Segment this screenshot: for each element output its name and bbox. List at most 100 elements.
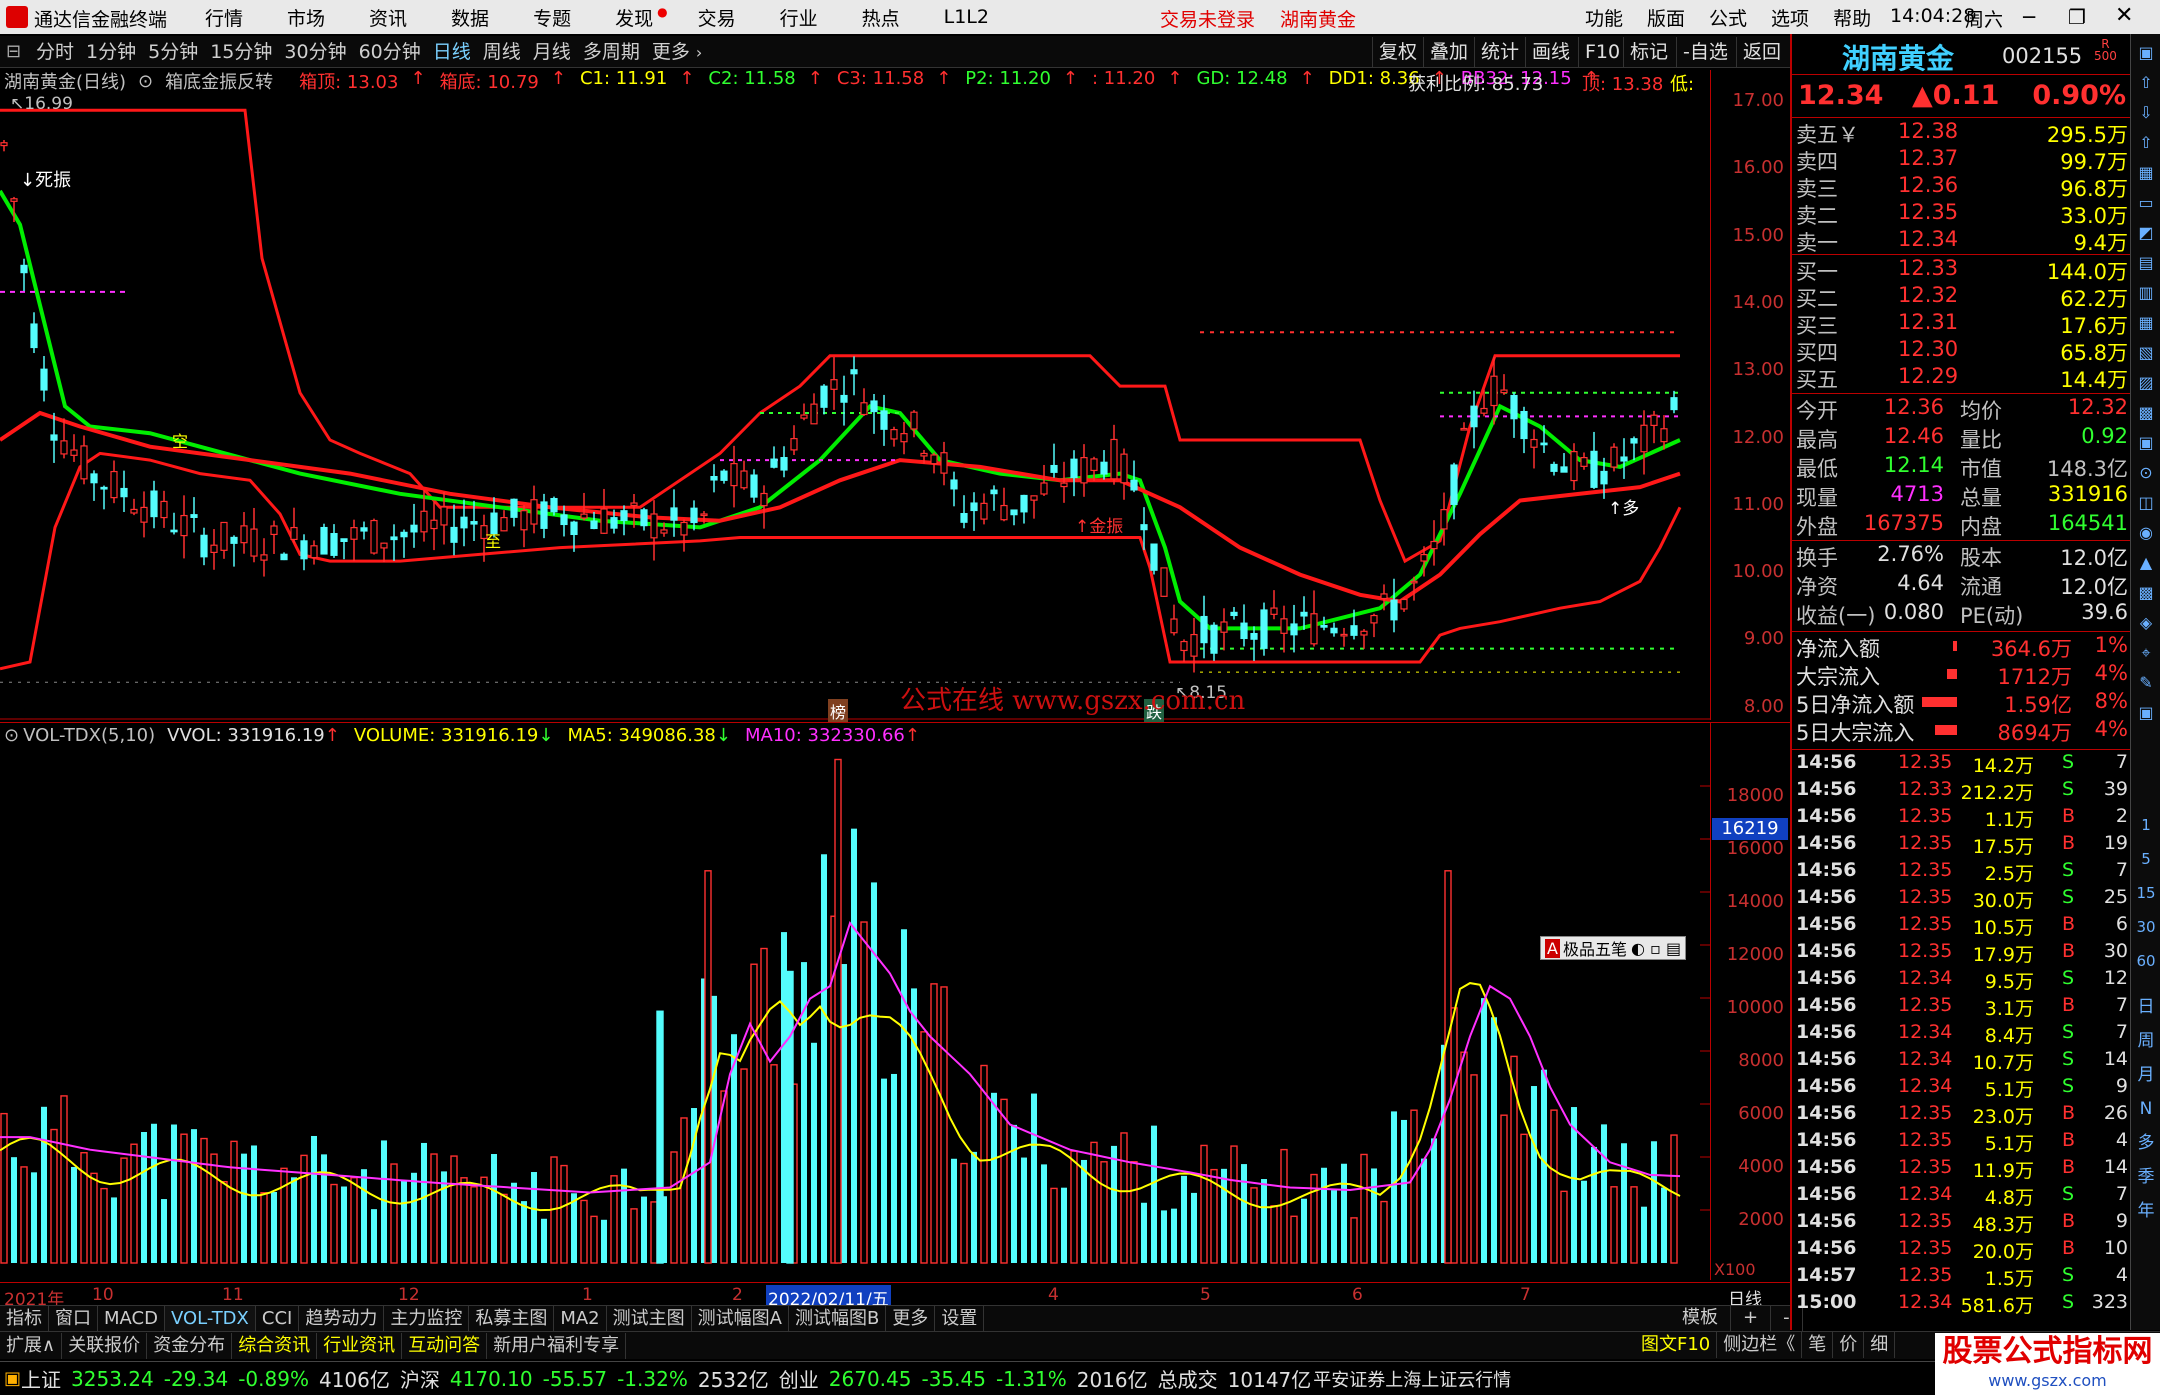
stack-icon[interactable]: ▨ [2133, 370, 2159, 396]
indicator-tab-1[interactable]: 窗口 [49, 1305, 98, 1332]
tick-row[interactable]: 14:56 12.35 5.1万 B 4 [1792, 1129, 2132, 1156]
side-period-2[interactable]: 月 [2133, 1062, 2159, 1088]
tick-row[interactable]: 14:56 12.35 48.3万 B 9 [1792, 1210, 2132, 1237]
indicator-tab-13[interactable]: 设置 [935, 1305, 985, 1332]
indicator-tab-7[interactable]: 私募主图 [469, 1305, 555, 1332]
restore-icon[interactable]: ❐ [2068, 5, 2086, 29]
right-menu-item-4[interactable]: 帮助 [1833, 4, 1871, 31]
period-tab-0[interactable]: 分时 [30, 37, 80, 67]
tick-row[interactable]: 14:56 12.34 9.5万 S 12 [1792, 967, 2132, 994]
table-icon[interactable]: ▧ [2133, 340, 2159, 366]
period-tab-1[interactable]: 1分钟 [80, 37, 142, 67]
split-icon[interactable]: ◫ [2133, 490, 2159, 516]
extension-tab-5[interactable]: 互动问答 [402, 1332, 488, 1359]
tick-row[interactable]: 14:56 12.35 17.9万 B 30 [1792, 940, 2132, 967]
chart-tool-7[interactable]: 返回 [1736, 37, 1787, 67]
panel-icon[interactable]: ▭ [2133, 190, 2159, 216]
indicator-tab-5[interactable]: 趋势动力 [299, 1305, 385, 1332]
period-tab-2[interactable]: 5分钟 [142, 37, 204, 67]
menu-item-3[interactable]: 数据 [451, 4, 489, 31]
order-row[interactable]: 卖五￥ 12.38 295.5万 [1792, 119, 2132, 147]
order-row[interactable]: 买五 12.29 14.4万 [1792, 364, 2132, 392]
volume-chart[interactable] [0, 722, 1710, 1280]
side-num-2[interactable]: 15 [2133, 880, 2159, 906]
chart-icon[interactable]: ◩ [2133, 220, 2159, 246]
grid-icon[interactable]: ▦ [2133, 160, 2159, 186]
down-icon[interactable]: ⇩ [2133, 100, 2159, 126]
indicator-tab-11[interactable]: 测试幅图B [789, 1305, 887, 1332]
template-tab-1[interactable]: + [1731, 1305, 1772, 1331]
tick-row[interactable]: 14:56 12.35 1.1万 B 2 [1792, 805, 2132, 832]
menu-item-9[interactable]: L1L2 [944, 6, 989, 28]
tick-row[interactable]: 14:56 12.35 11.9万 B 14 [1792, 1156, 2132, 1183]
extension-tab-0[interactable]: 扩展∧ [0, 1332, 63, 1359]
tick-row[interactable]: 14:56 12.34 4.8万 S 7 [1792, 1183, 2132, 1210]
side-num-4[interactable]: 60 [2133, 948, 2159, 974]
bars-icon[interactable]: ▤ [2133, 250, 2159, 276]
candlestick-chart[interactable] [0, 70, 1710, 720]
tick-row[interactable]: 14:56 12.35 2.5万 S 7 [1792, 859, 2132, 886]
period-tab-8[interactable]: 月线 [527, 37, 577, 67]
tick-row[interactable]: 14:56 12.34 8.4万 S 7 [1792, 1021, 2132, 1048]
panel-tab-3[interactable]: 价 [1833, 1332, 1865, 1358]
period-tab-10[interactable]: 更多 [646, 37, 696, 67]
order-row[interactable]: 买四 12.30 65.8万 [1792, 337, 2132, 365]
diamond-icon[interactable]: ◈ [2133, 610, 2159, 636]
template-tab-0[interactable]: 模板 [1670, 1305, 1731, 1331]
menu-item-0[interactable]: 行情 [205, 4, 243, 31]
extension-tab-3[interactable]: 综合资讯 [232, 1332, 318, 1359]
tick-row[interactable]: 14:56 12.33 212.2万 S 39 [1792, 778, 2132, 805]
order-row[interactable]: 买二 12.32 62.2万 [1792, 283, 2132, 311]
indicator-tab-8[interactable]: MA2 [554, 1305, 607, 1332]
extension-tab-1[interactable]: 关联报价 [62, 1332, 148, 1359]
trade-status[interactable]: 交易未登录 [1160, 5, 1255, 32]
tick-row[interactable]: 14:57 12.35 1.5万 S 4 [1792, 1264, 2132, 1291]
tick-row[interactable]: 14:56 12.35 30.0万 S 25 [1792, 886, 2132, 913]
indicator-tab-4[interactable]: CCI [256, 1305, 300, 1332]
up-icon[interactable]: ⇧ [2133, 130, 2159, 156]
tick-row[interactable]: 14:56 12.34 5.1万 S 9 [1792, 1075, 2132, 1102]
window-icon[interactable]: ▣ [2133, 700, 2159, 726]
cy-name[interactable]: 创业 [779, 1364, 819, 1393]
side-period-5[interactable]: 季 [2133, 1164, 2159, 1190]
tick-row[interactable]: 14:56 12.35 10.5万 B 6 [1792, 913, 2132, 940]
period-tab-3[interactable]: 15分钟 [204, 37, 278, 67]
side-num-1[interactable]: 5 [2133, 846, 2159, 872]
indicator-tab-2[interactable]: MACD [98, 1305, 165, 1332]
menu-item-4[interactable]: 专题 [533, 4, 571, 31]
period-tab-5[interactable]: 60分钟 [353, 37, 427, 67]
tick-list[interactable]: 14:56 12.35 14.2万 S 7 14:56 12.33 212.2万 S 39 14:5… [1792, 751, 2132, 1331]
chart-tool-4[interactable]: F10 [1578, 37, 1626, 67]
minimize-icon[interactable]: ─ [2023, 5, 2035, 29]
order-row[interactable]: 买三 12.31 17.6万 [1792, 310, 2132, 338]
tick-row[interactable]: 14:56 12.35 23.0万 B 26 [1792, 1102, 2132, 1129]
indicator-tab-3[interactable]: VOL-TDX [164, 1305, 256, 1332]
panel-tab-2[interactable]: 笔 [1802, 1332, 1834, 1358]
period-tab-6[interactable]: 日线 [427, 37, 477, 67]
chevron-right-icon[interactable]: › [696, 43, 702, 62]
close-icon[interactable]: ✕ [2115, 3, 2133, 28]
status-icon[interactable]: ▣ [4, 1368, 21, 1389]
panel-tab-1[interactable]: 侧边栏《 [1717, 1332, 1803, 1358]
period-tab-9[interactable]: 多周期 [577, 37, 646, 67]
ime-toolbar[interactable]: A 极品五笔 ◐ ▫ ▤ [1540, 936, 1687, 960]
window-icon[interactable]: ▣ [2133, 40, 2159, 66]
chart-tool-5[interactable]: 标记 [1623, 37, 1674, 67]
order-row[interactable]: 卖一 12.34 9.4万 [1792, 227, 2132, 255]
panel-tab-4[interactable]: 细 [1864, 1332, 1896, 1358]
box-icon[interactable]: ▩ [2133, 580, 2159, 606]
tick-row[interactable]: 14:56 12.34 10.7万 S 14 [1792, 1048, 2132, 1075]
up-icon[interactable]: ⇧ [2133, 70, 2159, 96]
side-period-0[interactable]: 日 [2133, 994, 2159, 1020]
right-menu-item-3[interactable]: 选项 [1771, 4, 1809, 31]
pencil-icon[interactable]: ✎ [2133, 670, 2159, 696]
collapse-icon[interactable]: ⊟ [6, 41, 21, 62]
right-menu-item-0[interactable]: 功能 [1585, 4, 1623, 31]
indicator-tab-10[interactable]: 测试幅图A [692, 1305, 789, 1332]
sh-name[interactable]: 上证 [21, 1364, 61, 1393]
crosshair-icon[interactable]: ⌖ [2133, 640, 2159, 666]
window-icon[interactable]: ▣ [2133, 430, 2159, 456]
indicator-tab-12[interactable]: 更多 [886, 1305, 936, 1332]
chart-tool-3[interactable]: 画线 [1525, 37, 1576, 67]
arrow-icon[interactable]: ▲ [2133, 550, 2159, 576]
